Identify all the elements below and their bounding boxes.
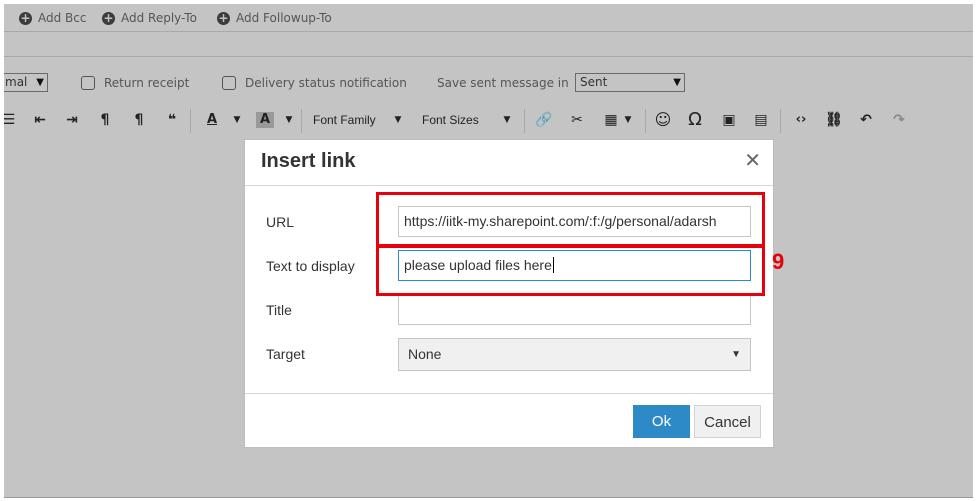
annotation-box-text	[376, 245, 765, 296]
save-sent-label: Save sent message in	[437, 76, 569, 90]
media-icon[interactable]: ▤	[752, 111, 770, 129]
title-label: Title	[266, 302, 292, 318]
ok-button[interactable]: Ok	[633, 405, 690, 438]
link-icon[interactable]: 🔗	[535, 111, 553, 129]
blockquote-icon[interactable]: ❝	[162, 111, 182, 129]
compose-window: + Add Bcc + Add Reply-To + Add Followup-…	[4, 4, 973, 497]
chevron-down-icon[interactable]: ▼	[232, 111, 242, 129]
delivery-status-label: Delivery status notification	[245, 76, 407, 90]
priority-select[interactable]: mal ▼	[4, 73, 48, 92]
target-label: Target	[266, 346, 305, 362]
toolbar-separator	[780, 109, 781, 133]
editor-toolbar: ☰ ⇤ ⇥ ¶ ¶ ❝ A ▼ A ▼ Font Family ▼ Font S…	[4, 105, 973, 135]
dialog-header-divider	[245, 185, 773, 186]
priority-select-value: mal	[5, 75, 28, 89]
return-receipt-checkbox[interactable]	[81, 76, 95, 90]
add-reply-to-link[interactable]: + Add Reply-To	[102, 11, 197, 25]
rtl-paragraph-icon[interactable]: ¶	[130, 111, 148, 129]
text-color-icon[interactable]: A	[203, 111, 221, 129]
window-bottom-edge	[4, 497, 973, 501]
delivery-status-checkbox[interactable]	[222, 76, 236, 90]
chevron-down-icon: ▼	[36, 77, 44, 88]
add-followup-to-label: Add Followup-To	[236, 11, 332, 25]
save-sent-select-value: Sent	[580, 75, 608, 89]
special-char-icon[interactable]: Ω	[685, 111, 705, 129]
dialog-footer-divider	[245, 393, 773, 394]
font-sizes-select[interactable]: Font Sizes	[422, 113, 479, 127]
save-sent-select[interactable]: Sent ▼	[575, 73, 685, 92]
close-icon[interactable]: ✕	[744, 150, 761, 172]
image-icon[interactable]: ▣	[720, 111, 738, 129]
toolbar-separator	[301, 109, 302, 133]
target-select[interactable]: None ▼	[398, 338, 751, 371]
annotation-step-number: 9	[772, 249, 785, 274]
text-to-display-label: Text to display	[266, 258, 355, 274]
ltr-paragraph-icon[interactable]: ¶	[96, 111, 114, 129]
indent-right-icon[interactable]: ⇥	[63, 111, 81, 129]
table-icon[interactable]: ▦	[601, 111, 621, 129]
font-family-select[interactable]: Font Family	[313, 113, 376, 127]
unlink-icon[interactable]: ✂	[568, 111, 586, 129]
align-justify-icon[interactable]: ☰	[4, 111, 16, 129]
chevron-down-icon[interactable]: ▼	[393, 111, 403, 129]
cancel-button[interactable]: Cancel	[694, 405, 761, 438]
plus-circle-icon: +	[19, 10, 32, 25]
compose-options-row: mal ▼ Return receipt Delivery status not…	[4, 70, 973, 94]
return-receipt-label: Return receipt	[104, 76, 190, 90]
chevron-down-icon[interactable]: ▼	[502, 111, 512, 129]
undo-icon[interactable]: ↶	[857, 111, 875, 129]
toolbar-separator	[190, 109, 191, 133]
chevron-down-icon[interactable]: ▼	[623, 111, 633, 129]
divider	[4, 31, 973, 32]
annotation-box-url	[376, 192, 765, 247]
find-replace-icon[interactable]: ⛓	[825, 111, 843, 129]
code-icon[interactable]: ‹›	[792, 111, 810, 129]
redo-icon[interactable]: ↷	[890, 111, 908, 129]
emoji-icon[interactable]: ☺	[654, 111, 672, 129]
plus-circle-icon: +	[217, 10, 230, 25]
header-links-row: + Add Bcc + Add Reply-To + Add Followup-…	[4, 4, 973, 32]
background-color-icon[interactable]: A	[256, 112, 274, 128]
chevron-down-icon[interactable]: ▼	[284, 111, 294, 129]
add-followup-to-link[interactable]: + Add Followup-To	[217, 11, 332, 25]
indent-left-icon[interactable]: ⇤	[31, 111, 49, 129]
add-reply-to-label: Add Reply-To	[121, 11, 197, 25]
chevron-down-icon: ▼	[673, 77, 681, 88]
title-input[interactable]	[398, 294, 751, 325]
toolbar-separator	[524, 109, 525, 133]
toolbar-separator	[645, 109, 646, 133]
plus-circle-icon: +	[102, 10, 115, 25]
divider	[4, 56, 973, 57]
add-bcc-link[interactable]: + Add Bcc	[19, 11, 86, 25]
target-select-value: None	[408, 346, 442, 362]
dialog-title: Insert link	[261, 150, 356, 172]
add-bcc-label: Add Bcc	[38, 11, 87, 25]
url-label: URL	[266, 214, 295, 230]
chevron-down-icon: ▼	[731, 349, 741, 360]
